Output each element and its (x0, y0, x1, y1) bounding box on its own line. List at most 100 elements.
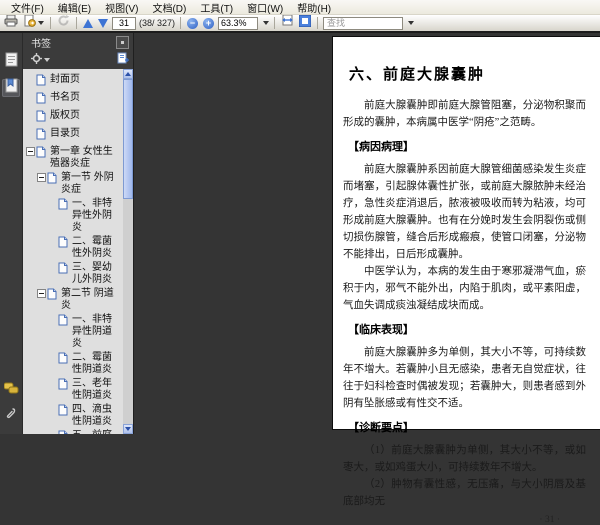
export-document-button[interactable] (22, 14, 45, 32)
zoom-in-icon: + (203, 17, 215, 29)
menu-item[interactable]: 文件(F) (4, 0, 51, 15)
bookmarks-scrollbar[interactable] (123, 69, 133, 434)
bookmark-item[interactable]: 书名页 (26, 91, 123, 109)
fit-width-icon (281, 14, 294, 32)
bookmark-page-icon (58, 198, 68, 214)
collapse-toggle-icon[interactable] (37, 173, 47, 182)
bookmark-label: 第一章 女性生殖器炎症 (50, 146, 113, 169)
print-button[interactable] (3, 14, 19, 30)
arrow-up-icon (83, 18, 93, 28)
chevron-down-icon (44, 58, 50, 62)
collapse-toggle-icon[interactable] (26, 147, 36, 156)
menu-item[interactable]: 窗口(W) (240, 0, 290, 15)
scrollbar-thumb[interactable] (123, 79, 133, 199)
expand-current-bookmark-button[interactable] (117, 51, 129, 69)
page-count-label: (38/ 327) (139, 18, 176, 28)
bookmark-label: 二、霉菌性阴道炎 (72, 352, 112, 375)
bookmarks-panel-title: 书签 (31, 38, 51, 50)
bookmark-item[interactable]: 三、老年性阴道炎 (48, 377, 123, 403)
full-screen-button[interactable] (298, 14, 312, 32)
bookmark-item[interactable]: 三、婴幼儿外阴炎 (48, 261, 123, 287)
next-page-button[interactable] (97, 16, 109, 30)
zoom-in-button[interactable]: + (202, 16, 215, 30)
bookmark-item[interactable]: 五、前庭大腺炎 (48, 429, 123, 434)
bookmarks-panel-toolbar (23, 51, 133, 69)
gear-icon (31, 51, 42, 69)
page-content: 六、前庭大腺囊肿 前庭大腺囊肿即前庭大腺管阻塞，分泌物积聚而形成的囊肿，本病属中… (333, 37, 600, 525)
bookmark-item[interactable]: 版权页 (26, 109, 123, 127)
bookmark-item[interactable]: 第一章 女性生殖器炎症 (26, 145, 123, 171)
bookmark-item[interactable]: 封面页 (26, 73, 123, 91)
full-screen-icon (298, 14, 312, 32)
bookmark-label: 书名页 (50, 92, 80, 103)
navigation-tab-strip (0, 33, 23, 434)
fit-width-button[interactable] (280, 14, 295, 32)
bookmark-page-icon (58, 404, 68, 420)
toolbar-separator (317, 17, 319, 29)
bookmarks-tree: 封面页 书名页 版权页 目录页 第一章 女性生殖器炎症 第一节 外阴炎症 一、非… (23, 69, 133, 434)
pages-icon (5, 52, 18, 72)
bookmark-label: 封面页 (50, 74, 80, 85)
menu-item[interactable]: 帮助(H) (290, 0, 338, 15)
collapse-toggle-icon[interactable] (37, 289, 47, 298)
bookmark-label: 二、霉菌性外阴炎 (72, 236, 112, 259)
bookmark-label: 五、前庭大腺炎 (70, 430, 123, 434)
bookmark-page-icon (58, 430, 68, 434)
menu-item[interactable]: 编辑(E) (51, 0, 98, 15)
document-pane[interactable]: 六、前庭大腺囊肿 前庭大腺囊肿即前庭大腺管阻塞，分泌物积聚而形成的囊肿，本病属中… (134, 33, 600, 525)
bookmark-page-icon (36, 146, 46, 162)
menu-item[interactable]: 文档(D) (145, 0, 193, 15)
bookmarks-panel-header: 书签 (23, 33, 133, 51)
main-area: 书签 封面页 书名页 版权页 目录页 第一章 女性生殖器炎症 第一节 外阴炎症 … (0, 33, 600, 525)
toolbar: (38/ 327) − + (0, 14, 600, 33)
bookmark-item[interactable]: 四、滴虫性阴道炎 (48, 403, 123, 429)
menu-bar: 文件(F) 编辑(E) 视图(V) 文档(D) 工具(T) 窗口(W) 帮助(H… (0, 0, 600, 15)
scrollbar-track[interactable] (123, 79, 133, 424)
toolbar-separator (274, 17, 276, 29)
zoom-level-input[interactable] (218, 16, 259, 30)
menu-item[interactable]: 视图(V) (98, 0, 145, 15)
bookmarks-list: 封面页 书名页 版权页 目录页 第一章 女性生殖器炎症 第一节 外阴炎症 一、非… (23, 71, 123, 434)
doc-text-block: （1）前庭大腺囊肿为单侧，其大小不等，或如枣大，或如鸡蛋大小，可持续数年不增大。 (343, 445, 586, 473)
zoom-out-button[interactable]: − (186, 16, 199, 30)
bookmarks-panel-tab[interactable] (2, 78, 20, 97)
export-document-icon (23, 14, 36, 32)
bookmark-page-icon (58, 378, 68, 394)
scroll-down-button[interactable] (123, 424, 133, 434)
find-dropdown-caret[interactable] (408, 21, 415, 25)
zoom-dropdown-caret[interactable] (263, 21, 270, 25)
pages-panel-tab[interactable] (2, 52, 20, 72)
scroll-up-icon (125, 72, 131, 76)
doc-text-block: 前庭大腺囊肿多为单侧，其大小不等，可持续数年不增大。若囊肿小且无感染，患者无自觉… (343, 347, 586, 409)
previous-page-button[interactable] (82, 16, 94, 30)
previous-view-button[interactable] (56, 15, 71, 30)
find-input[interactable] (323, 16, 404, 30)
bookmark-page-icon (36, 110, 46, 126)
bookmark-item[interactable]: 一、非特异性外阴炎 (48, 197, 123, 235)
bookmark-label: 三、老年性阴道炎 (72, 378, 112, 401)
comments-panel-tab[interactable] (2, 382, 20, 400)
bookmark-page-icon (58, 262, 68, 278)
zoom-out-icon: − (187, 17, 199, 29)
bookmark-label: 一、非特异性阴道炎 (72, 314, 112, 349)
scroll-up-button[interactable] (123, 69, 133, 79)
pdf-reader-window: 文件(F) 编辑(E) 视图(V) 文档(D) 工具(T) 窗口(W) 帮助(H… (0, 0, 600, 525)
page-number-input[interactable] (112, 16, 136, 30)
bookmark-page-icon (58, 314, 68, 330)
bookmark-item[interactable]: 第二节 阴道炎 (37, 287, 123, 313)
bookmark-page-icon (47, 288, 57, 304)
bookmark-item[interactable]: 目录页 (26, 127, 123, 145)
export-dropdown-caret[interactable] (38, 21, 44, 25)
bookmark-item[interactable]: 一、非特异性阴道炎 (48, 313, 123, 351)
toolbar-separator (50, 17, 51, 29)
menu-item[interactable]: 工具(T) (193, 0, 240, 15)
bookmark-item[interactable]: 二、霉菌性外阴炎 (48, 235, 123, 261)
bookmark-item[interactable]: 第一节 外阴炎症 (37, 171, 123, 197)
bookmark-label: 第一节 外阴炎症 (61, 172, 114, 195)
bookmark-page-icon (58, 236, 68, 252)
attachments-panel-tab[interactable] (2, 408, 20, 426)
bookmark-item[interactable]: 二、霉菌性阴道炎 (48, 351, 123, 377)
panel-options-button[interactable] (116, 35, 129, 49)
doc-text-block: 【病因病理】 (348, 141, 414, 153)
bookmark-options-menu-button[interactable] (31, 51, 50, 69)
